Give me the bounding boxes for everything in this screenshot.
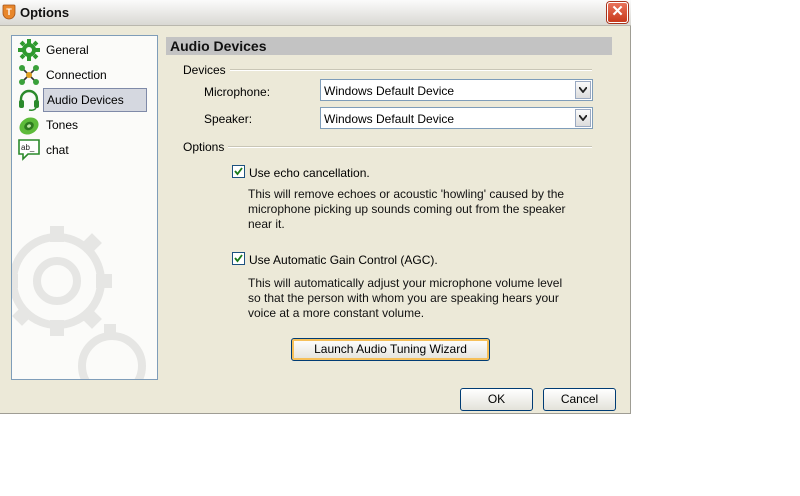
sidebar-item-label: General [46, 43, 89, 57]
checkmark-icon [234, 254, 243, 263]
sidebar-item-label: Connection [46, 68, 107, 82]
speaker-dropdown-button[interactable] [575, 109, 591, 127]
sidebar-item-label: Audio Devices [43, 88, 147, 112]
speaker-label: Speaker: [204, 112, 253, 126]
microphone-label: Microphone: [204, 85, 271, 99]
app-logo-icon: T [2, 4, 16, 20]
description-line: microphone picking up sounds coming out … [248, 202, 566, 216]
sidebar-item-label: Tones [46, 118, 79, 132]
sidebar-item-label: chat [46, 143, 69, 157]
title-bar[interactable]: T Options ✕ [0, 0, 631, 26]
chat-bubble-icon: ab_ [18, 139, 40, 161]
sidebar-item-tones[interactable]: Tones [14, 113, 155, 137]
checkmark-icon [234, 167, 243, 176]
chevron-down-icon [579, 87, 587, 93]
sidebar-item-chat[interactable]: ab_ chat [14, 138, 155, 162]
speaker-select[interactable]: Windows Default Device [320, 107, 593, 129]
devices-group-label: Devices [183, 63, 230, 77]
echo-cancellation-label[interactable]: Use echo cancellation. [249, 166, 370, 180]
echo-cancellation-description: This will remove echoes or acoustic 'how… [248, 187, 566, 232]
speaker-select-value: Windows Default Device [324, 112, 455, 126]
sidebar-item-audio-devices[interactable]: Audio Devices [14, 88, 155, 112]
close-icon: ✕ [611, 3, 624, 20]
agc-label[interactable]: Use Automatic Gain Control (AGC). [249, 253, 438, 267]
chevron-down-icon [579, 115, 587, 121]
headset-icon [19, 89, 39, 111]
agc-checkbox[interactable] [232, 252, 245, 265]
microphone-select-value: Windows Default Device [324, 84, 455, 98]
connection-icon [19, 65, 39, 85]
panel-header: Audio Devices [166, 37, 612, 55]
microphone-select[interactable]: Windows Default Device [320, 79, 593, 101]
microphone-dropdown-button[interactable] [575, 81, 591, 99]
launch-audio-tuning-wizard-button[interactable]: Launch Audio Tuning Wizard [291, 338, 490, 361]
svg-text:T: T [6, 7, 12, 17]
page-title: Audio Devices [170, 38, 267, 54]
description-line: voice at a more constant volume. [248, 306, 425, 320]
sidebar-item-connection[interactable]: Connection [14, 63, 155, 87]
agc-description: This will automatically adjust your micr… [248, 276, 562, 321]
window-title: Options [20, 5, 70, 20]
options-group-label: Options [183, 140, 229, 154]
speaker-icon [19, 117, 39, 135]
description-line: This will remove echoes or acoustic 'how… [248, 187, 565, 201]
devices-divider [183, 69, 592, 71]
description-line: This will automatically adjust your micr… [248, 276, 563, 290]
ok-button[interactable]: OK [460, 388, 533, 411]
svg-text:ab_: ab_ [21, 143, 35, 152]
gear-icon [18, 39, 40, 61]
cancel-button[interactable]: Cancel [543, 388, 616, 411]
description-line: so that the person with whom you are spe… [248, 291, 559, 305]
description-line: near it. [248, 217, 285, 231]
sidebar-item-general[interactable]: General [14, 38, 155, 62]
options-sidebar: General Connection Audio Devices Tones a… [11, 35, 158, 380]
gears-watermark-icon [12, 226, 146, 379]
close-button[interactable]: ✕ [607, 2, 628, 23]
echo-cancellation-checkbox[interactable] [232, 165, 245, 178]
options-window: T Options ✕ General Connection Audio Dev… [0, 0, 631, 414]
options-divider [183, 146, 592, 148]
